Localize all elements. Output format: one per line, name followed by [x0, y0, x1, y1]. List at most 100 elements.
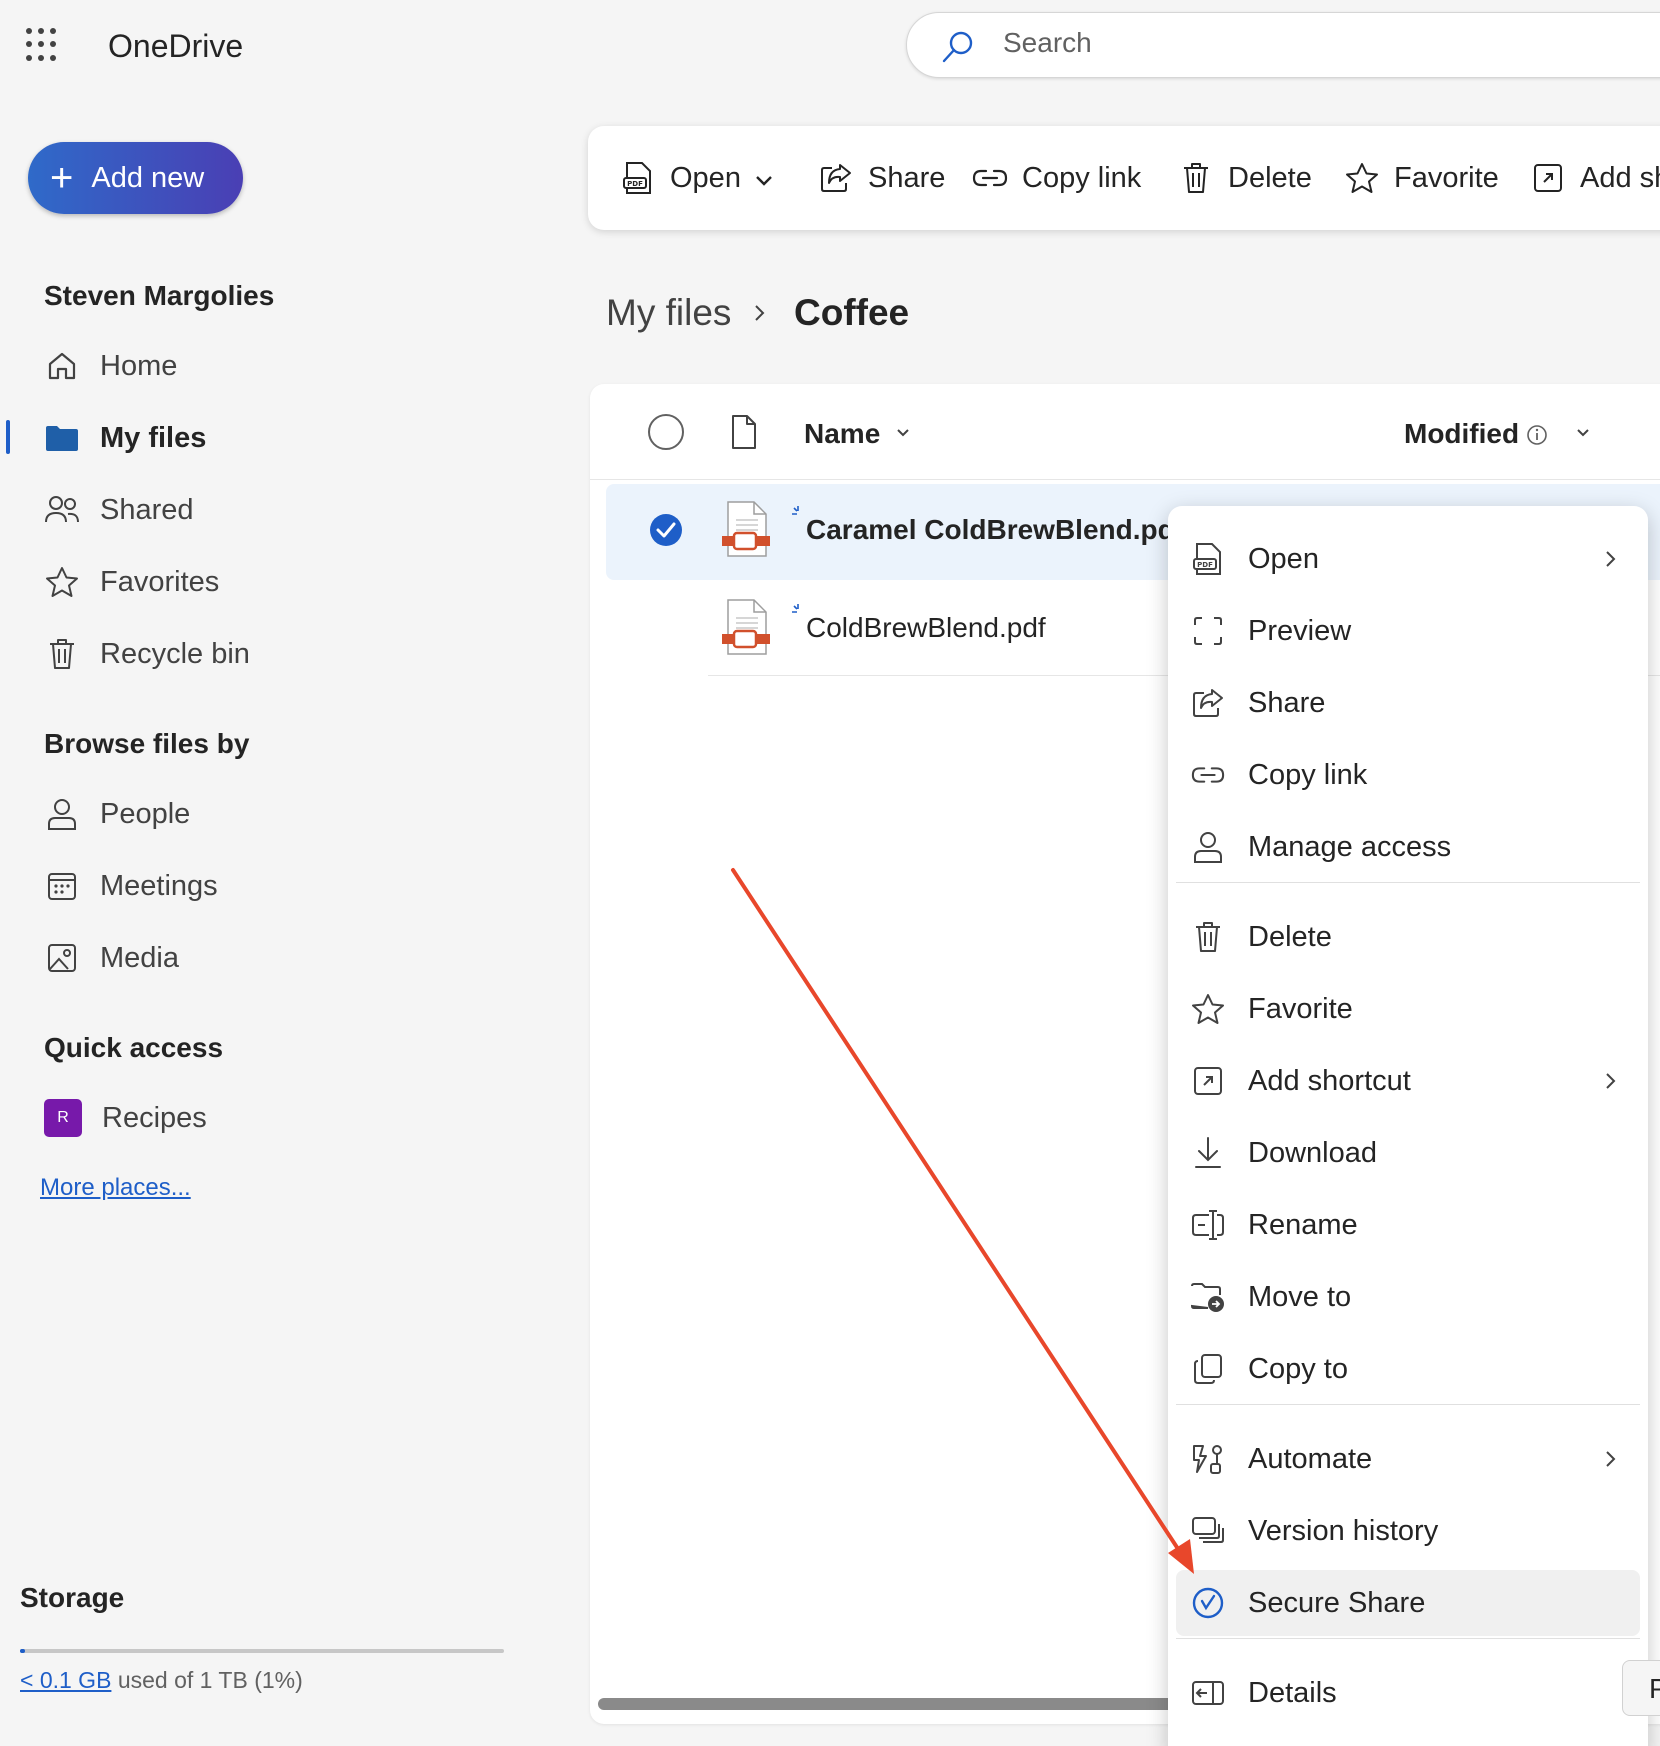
add-new-button[interactable]: + Add new	[28, 142, 243, 214]
pdf-icon: PDF	[620, 160, 656, 196]
favorite-button[interactable]: Favorite	[1344, 126, 1499, 230]
delete-button[interactable]: Delete	[1178, 126, 1312, 230]
command-bar: PDF Open Share Copy link Delete Favorite…	[588, 126, 1660, 230]
link-icon	[1190, 757, 1226, 793]
browse-heading: Browse files by	[44, 728, 250, 759]
menu-item-details[interactable]: Details	[1176, 1660, 1640, 1726]
nav-item-favorites[interactable]: Favorites	[44, 557, 219, 607]
copy-link-button[interactable]: Copy link	[972, 126, 1141, 230]
menu-item-version-history[interactable]: Version history	[1176, 1498, 1640, 1564]
chevron-down-icon	[755, 162, 773, 195]
menu-item-copy-to[interactable]: Copy to	[1176, 1336, 1640, 1402]
menu-item-move-to[interactable]: Move to	[1176, 1264, 1640, 1330]
menu-item-copy-link[interactable]: Copy link	[1176, 742, 1640, 808]
menu-label: Preview	[1248, 614, 1352, 647]
more-places-link[interactable]: More places...	[40, 1174, 191, 1202]
menu-label: Delete	[1248, 920, 1332, 953]
search-input[interactable]	[1003, 27, 1503, 59]
menu-label: Details	[1248, 1676, 1337, 1709]
automate-icon	[1190, 1441, 1226, 1477]
favorite-label: Favorite	[1394, 161, 1499, 194]
edge-button[interactable]: P	[1622, 1660, 1660, 1716]
share-label: Share	[868, 161, 946, 194]
add-shortcut-button[interactable]: Add sh	[1530, 126, 1660, 230]
menu-item-add-shortcut[interactable]: Add shortcut	[1176, 1048, 1640, 1114]
storage-suffix: used of 1 TB (1%)	[117, 1667, 303, 1693]
nav-item-home[interactable]: Home	[44, 341, 177, 391]
select-all-checkbox[interactable]	[646, 412, 686, 452]
nav-item-meetings[interactable]: Meetings	[44, 861, 218, 911]
info-icon[interactable]	[1526, 424, 1548, 446]
nav-label: Media	[100, 941, 179, 974]
menu-item-secure-share[interactable]: Secure Share	[1176, 1570, 1640, 1636]
nav-label: Recycle bin	[100, 637, 250, 670]
file-name[interactable]: Caramel ColdBrewBlend.pdf	[806, 514, 1184, 546]
breadcrumb-my-files[interactable]: My files	[606, 292, 731, 334]
nav-label: Shared	[100, 493, 194, 526]
menu-divider	[1176, 1404, 1640, 1405]
menu-item-share[interactable]: Share	[1176, 670, 1640, 736]
app-launcher-icon[interactable]	[26, 28, 60, 62]
image-icon	[44, 940, 80, 976]
menu-label: Copy link	[1248, 758, 1368, 791]
menu-label: Secure Share	[1248, 1586, 1426, 1619]
search-box[interactable]	[906, 12, 1660, 78]
pdf-icon: PDF	[1190, 541, 1226, 577]
preview-icon	[1190, 613, 1226, 649]
home-icon	[44, 348, 80, 384]
menu-item-favorite[interactable]: Favorite	[1176, 976, 1640, 1042]
trash-icon	[44, 636, 80, 672]
share-button[interactable]: Share	[818, 126, 945, 230]
menu-label: Version history	[1248, 1514, 1439, 1547]
pdf-file-icon	[722, 501, 770, 557]
share-icon	[1190, 685, 1226, 721]
shortcut-icon	[1190, 1063, 1226, 1099]
copy-link-label: Copy link	[1022, 161, 1142, 194]
menu-item-open[interactable]: PDF Open	[1176, 526, 1640, 592]
menu-item-delete[interactable]: Delete	[1176, 904, 1640, 970]
menu-label: Favorite	[1248, 992, 1353, 1025]
open-button[interactable]: PDF Open	[620, 126, 773, 230]
rename-icon	[1190, 1207, 1226, 1243]
chevron-down-icon[interactable]	[1576, 428, 1590, 438]
person-icon	[44, 796, 80, 832]
details-icon	[1190, 1675, 1226, 1711]
menu-item-automate[interactable]: Automate	[1176, 1426, 1640, 1492]
star-icon	[1344, 160, 1380, 196]
nav-item-people[interactable]: People	[44, 789, 190, 839]
sort-chevron-icon[interactable]	[896, 428, 910, 438]
quick-access-item-recipes[interactable]: R Recipes	[44, 1093, 207, 1143]
app-title[interactable]: OneDrive	[108, 28, 243, 65]
nav-item-my-files[interactable]: My files	[44, 413, 206, 463]
menu-label: Automate	[1248, 1442, 1373, 1475]
file-name[interactable]: ColdBrewBlend.pdf	[806, 612, 1046, 644]
storage-used-link[interactable]: < 0.1 GB	[20, 1667, 111, 1693]
pdf-file-icon	[722, 599, 770, 655]
folder-icon	[44, 420, 80, 456]
search-icon	[942, 31, 973, 63]
nav-item-shared[interactable]: Shared	[44, 485, 194, 535]
modified-column-header[interactable]: Modified	[1404, 418, 1519, 450]
copy-icon	[1190, 1351, 1226, 1387]
menu-item-preview[interactable]: Preview	[1176, 598, 1640, 664]
download-icon	[1190, 1135, 1226, 1171]
menu-item-manage-access[interactable]: Manage access	[1176, 814, 1640, 880]
nav-item-media[interactable]: Media	[44, 933, 179, 983]
svg-text:PDF: PDF	[1197, 561, 1213, 569]
menu-label: Download	[1248, 1136, 1377, 1169]
open-label: Open	[670, 161, 741, 194]
chevron-right-icon	[1606, 1073, 1616, 1089]
link-icon	[972, 160, 1008, 196]
user-name: Steven Margolies	[44, 280, 275, 311]
svg-text:PDF: PDF	[627, 180, 643, 188]
menu-item-download[interactable]: Download	[1176, 1120, 1640, 1186]
menu-label: Open	[1248, 542, 1319, 575]
nav-item-recycle-bin[interactable]: Recycle bin	[44, 629, 250, 679]
nav-label: Recipes	[102, 1101, 207, 1134]
shortcut-icon	[1530, 160, 1566, 196]
row-checkbox-checked[interactable]	[648, 512, 684, 548]
menu-label: Manage access	[1248, 830, 1452, 863]
quick-access-heading: Quick access	[44, 1032, 224, 1063]
name-column-header[interactable]: Name	[804, 418, 880, 450]
menu-item-rename[interactable]: Rename	[1176, 1192, 1640, 1258]
